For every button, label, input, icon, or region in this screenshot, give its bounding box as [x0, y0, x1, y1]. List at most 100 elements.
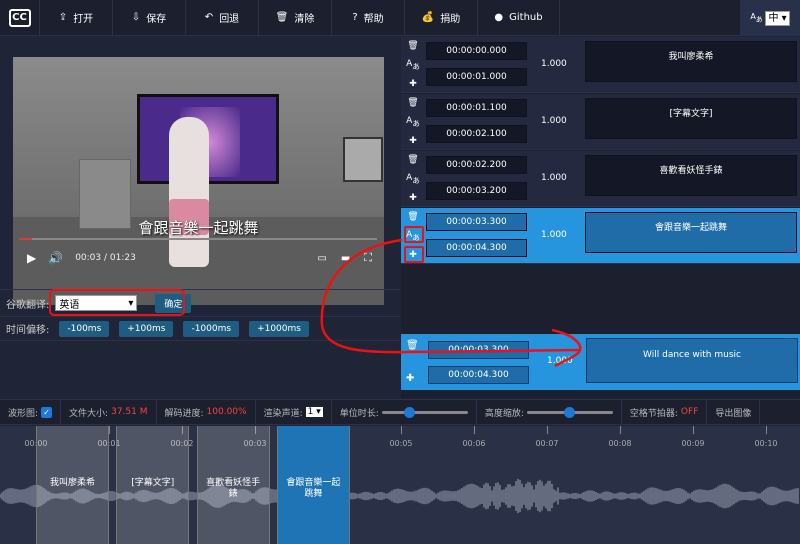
timeline-subtitle-text: 我叫廖柔希: [49, 478, 95, 488]
translate-highlight-box: [49, 289, 185, 316]
time-offset-label: 时间偏移:: [6, 325, 50, 336]
translate-icon[interactable]: Aあ: [406, 116, 420, 129]
ruler-tick-line: [620, 426, 621, 434]
plus-icon[interactable]: ✚: [406, 373, 419, 384]
ruler-tick-line: [547, 426, 548, 434]
video-time: 00:03 / 01:23: [75, 253, 136, 263]
subtitle-start-input[interactable]: 00:00:03.300: [426, 213, 527, 231]
language-switcher[interactable]: Aあ 中 ▾: [740, 0, 800, 36]
offset-minus-100-button[interactable]: -100ms: [59, 320, 110, 337]
save-button[interactable]: ⇩ 保存: [113, 0, 186, 35]
upload-icon: ⇪: [58, 12, 68, 23]
timeline-subtitle-text: [字幕文字]: [131, 478, 175, 488]
translated-end-input[interactable]: 00:00:04.300: [428, 366, 529, 384]
export-image-button[interactable]: 导出图像: [707, 399, 761, 425]
trash-icon: 🗑: [275, 12, 289, 23]
subtitle-end-input[interactable]: 00:00:02.100: [426, 125, 527, 143]
captions-icon[interactable]: ▭: [317, 253, 326, 264]
app-logo: CC: [0, 0, 40, 35]
offset-plus-100-button[interactable]: +100ms: [119, 320, 174, 337]
github-button[interactable]: ● Github: [478, 0, 560, 35]
undo-button[interactable]: ↶ 回退: [186, 0, 259, 35]
timeline-subtitle-text: 喜歡看妖怪手錶: [206, 478, 261, 499]
help-icon: ?: [352, 12, 358, 23]
video-progress-bar[interactable]: [19, 238, 377, 240]
offset-plus-1000-button[interactable]: +1000ms: [249, 320, 309, 337]
subtitle-text-input[interactable]: [字幕文字]: [585, 98, 797, 139]
subtitle-end-input[interactable]: 00:00:01.000: [426, 68, 527, 86]
subtitle-text-input[interactable]: 我叫廖柔希: [585, 41, 797, 82]
waveform-timeline[interactable]: 00:0000:0100:0200:0300:0400:0500:0600:07…: [0, 426, 800, 544]
clear-button[interactable]: 🗑 清除: [259, 0, 332, 35]
open-button[interactable]: ⇪ 打开: [40, 0, 113, 35]
translate-icon[interactable]: Aあ: [406, 230, 420, 243]
ruler-tick-line: [109, 426, 110, 434]
ruler-tick-label: 00:06: [462, 439, 486, 448]
video-progress-fill: [19, 238, 32, 240]
donate-button[interactable]: 💰 捐助: [405, 0, 478, 35]
subtitle-row[interactable]: 🗑 Aあ ✚ 00:00:01.100 00:00:02.100 1.000 [字幕…: [401, 94, 800, 150]
subtitle-end-input[interactable]: 00:00:04.300: [426, 239, 527, 257]
ruler-tick-line: [693, 426, 694, 434]
translated-text-input[interactable]: Will dance with music: [586, 338, 798, 383]
translate-label: 谷歌翻译:: [6, 299, 50, 311]
fullscreen-icon[interactable]: ⛶: [364, 251, 372, 265]
file-size-value: 37.51 M: [111, 407, 148, 417]
translate-icon[interactable]: Aあ: [406, 173, 420, 186]
channel-select[interactable]: 1 ▾: [305, 407, 323, 417]
subtitle-duration: 1.000: [541, 230, 567, 240]
subtitle-end-input[interactable]: 00:00:03.200: [426, 182, 527, 200]
subtitle-row-active[interactable]: 🗑 Aあ ✚ 00:00:03.300 00:00:04.300 1.000 會跟音…: [401, 208, 800, 264]
slider-handle[interactable]: [564, 406, 576, 418]
metronome-toggle[interactable]: OFF: [681, 407, 698, 417]
translated-start-input[interactable]: 00:00:03.300: [428, 341, 529, 359]
subtitle-text-input[interactable]: 喜歡看妖怪手錶: [585, 155, 797, 196]
help-button[interactable]: ? 帮助: [332, 0, 405, 35]
subtitle-row[interactable]: 🗑 Aあ ✚ 00:00:02.200 00:00:03.200 1.000 喜歡看…: [401, 151, 800, 207]
trash-icon[interactable]: 🗑: [407, 41, 418, 51]
offset-minus-1000-button[interactable]: -1000ms: [183, 320, 240, 337]
time-offset-row: 时间偏移: -100ms +100ms -1000ms +1000ms: [0, 317, 400, 341]
timeline-subtitle-block[interactable]: 會跟音樂一起跳舞: [276, 426, 350, 544]
subtitle-duration: 1.000: [541, 59, 567, 69]
plus-icon[interactable]: ✚: [409, 136, 417, 146]
subtitle-start-input[interactable]: 00:00:01.100: [426, 99, 527, 117]
translate-icon[interactable]: Aあ: [406, 59, 420, 72]
trash-icon[interactable]: 🗑: [407, 98, 418, 108]
ruler-tick-label: 00:05: [389, 439, 413, 448]
ruler-tick-label: 00:08: [608, 439, 632, 448]
translate-icon: Aあ: [750, 12, 763, 24]
decode-progress-value: 100.00%: [206, 407, 247, 417]
language-select[interactable]: 中 ▾: [765, 10, 790, 26]
plus-icon[interactable]: ✚: [409, 250, 417, 260]
unit-duration-slider[interactable]: [381, 406, 468, 418]
subtitle-start-input[interactable]: 00:00:02.200: [426, 156, 527, 174]
height-zoom-slider[interactable]: [526, 406, 613, 418]
trash-icon[interactable]: 🗑: [406, 340, 419, 351]
ruler-tick-label: 00:07: [535, 439, 559, 448]
waveform-checkbox[interactable]: ✓: [41, 406, 53, 418]
trash-icon[interactable]: 🗑: [407, 155, 418, 165]
translated-duration: 1.000: [547, 356, 573, 366]
subtitle-start-input[interactable]: 00:00:00.000: [426, 42, 527, 60]
subtitle-text-input[interactable]: 會跟音樂一起跳舞: [585, 212, 797, 253]
subtitle-row[interactable]: 🗑 Aあ ✚ 00:00:00.000 00:00:01.000 1.000 我叫廖…: [401, 37, 800, 93]
plus-icon[interactable]: ✚: [409, 193, 417, 203]
video-player[interactable]: 會跟音樂一起跳舞 ▶ 🔊 00:03 / 01:23 ▭ ▬ ⛶: [13, 57, 384, 305]
translated-subtitle-row[interactable]: 🗑 ✚ 00:00:03.300 00:00:04.300 1.000 Will …: [401, 334, 800, 390]
ruler-tick-line: [766, 426, 767, 434]
trash-icon[interactable]: 🗑: [407, 212, 418, 222]
download-icon: ⇩: [131, 12, 141, 23]
plus-icon[interactable]: ✚: [409, 79, 417, 89]
volume-icon[interactable]: 🔊: [48, 251, 63, 265]
subtitle-duration: 1.000: [541, 173, 567, 183]
play-icon[interactable]: ▶: [27, 251, 36, 265]
timeline-subtitle-block[interactable]: [字幕文字]: [116, 426, 190, 544]
theater-icon[interactable]: ▬: [341, 253, 350, 264]
timeline-subtitle-text: 會跟音樂一起跳舞: [286, 478, 341, 499]
slider-handle[interactable]: [404, 406, 416, 418]
undo-icon: ↶: [204, 12, 214, 23]
timeline-subtitle-block[interactable]: 喜歡看妖怪手錶: [196, 426, 270, 544]
video-subtitle: 會跟音樂一起跳舞: [138, 219, 259, 237]
timeline-subtitle-block[interactable]: 我叫廖柔希: [36, 426, 109, 544]
